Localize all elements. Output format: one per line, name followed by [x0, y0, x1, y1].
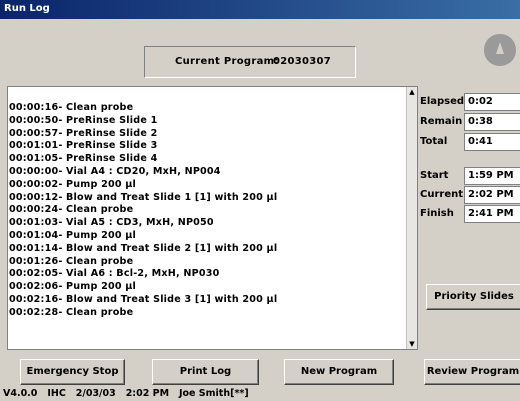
review-program-button[interactable]: Review Program [424, 359, 520, 385]
current-program-value: 02030307 [273, 56, 332, 67]
log-line: 00:01:05- PreRinse Slide 4 [9, 153, 158, 165]
start-field: 1:59 PM [464, 167, 520, 185]
finish-field: 2:41 PM [464, 205, 520, 223]
log-lines: 00:00:16- Clean probe 00:00:50- PreRinse … [8, 102, 406, 320]
finish-label: Finish [420, 208, 454, 219]
log-line: 00:00:12- Blow and Treat Slide 1 [1] wit… [9, 191, 278, 203]
log-line: 00:02:28- Clean probe [9, 306, 134, 318]
window-title: Run Log [4, 3, 50, 14]
elapsed-field: 0:02 [464, 93, 520, 111]
total-field: 0:41 [464, 133, 520, 151]
status-date: 2/03/03 [75, 388, 116, 399]
log-scrollbar[interactable]: ▲ ▼ [406, 87, 417, 349]
log-line: 00:02:05- Vial A6 : Bcl-2, MxH, NP030 [9, 268, 220, 280]
status-user: Joe Smith[**] [178, 388, 249, 399]
total-label: Total [420, 136, 448, 147]
log-line: 00:00:57- PreRinse Slide 2 [9, 127, 158, 139]
current-time-field: 2:02 PM [464, 186, 520, 204]
log-line: 00:00:24- Clean probe [9, 204, 134, 216]
log-line: 00:00:16- Clean probe [9, 102, 134, 113]
print-log-button[interactable]: Print Log [152, 359, 259, 385]
log-line: 00:02:16- Blow and Treat Slide 3 [1] wit… [9, 293, 278, 305]
log-line: 00:00:00- Vial A4 : CD20, MxH, NP004 [9, 165, 221, 177]
window-titlebar: Run Log [0, 0, 520, 19]
current-time-label: Current [420, 189, 464, 200]
status-version: V4.0.0 [3, 388, 38, 399]
log-line: 00:01:14- Blow and Treat Slide 2 [1] wit… [9, 242, 278, 254]
log-line: 00:01:01- PreRinse Slide 3 [9, 140, 158, 152]
remain-field: 0:38 [464, 113, 520, 131]
log-line: 00:01:03- Vial A5 : CD3, MxH, NP050 [9, 217, 214, 229]
run-log-list[interactable]: 00:00:16- Clean probe 00:00:50- PreRinse … [7, 86, 418, 350]
start-label: Start [420, 170, 449, 181]
scroll-down-arrow-icon[interactable]: ▼ [408, 339, 416, 349]
log-line: 00:01:26- Clean probe [9, 255, 134, 267]
priority-slides-button[interactable]: Priority Slides [426, 284, 520, 310]
remain-label: Remain [420, 116, 463, 127]
status-bar: V4.0.0 IHC 2/03/03 2:02 PM Joe Smith[**] [3, 387, 517, 401]
log-line: 00:02:06- Pump 200 µl [9, 281, 137, 293]
logo-icon [480, 30, 520, 70]
log-line: 00:00:02- Pump 200 µl [9, 178, 137, 190]
scroll-up-arrow-icon[interactable]: ▲ [408, 87, 416, 97]
log-line: 00:00:50- PreRinse Slide 1 [9, 114, 158, 126]
current-program-box: Current Program: 02030307 [144, 46, 356, 78]
current-program-label: Current Program: [175, 56, 279, 67]
log-line: 00:01:04- Pump 200 µl [9, 229, 137, 241]
emergency-stop-button[interactable]: Emergency Stop [20, 359, 125, 385]
elapsed-label: Elapsed [420, 96, 465, 107]
new-program-button[interactable]: New Program [284, 359, 394, 385]
status-time: 2:02 PM [125, 388, 170, 399]
status-org: IHC [47, 388, 66, 399]
